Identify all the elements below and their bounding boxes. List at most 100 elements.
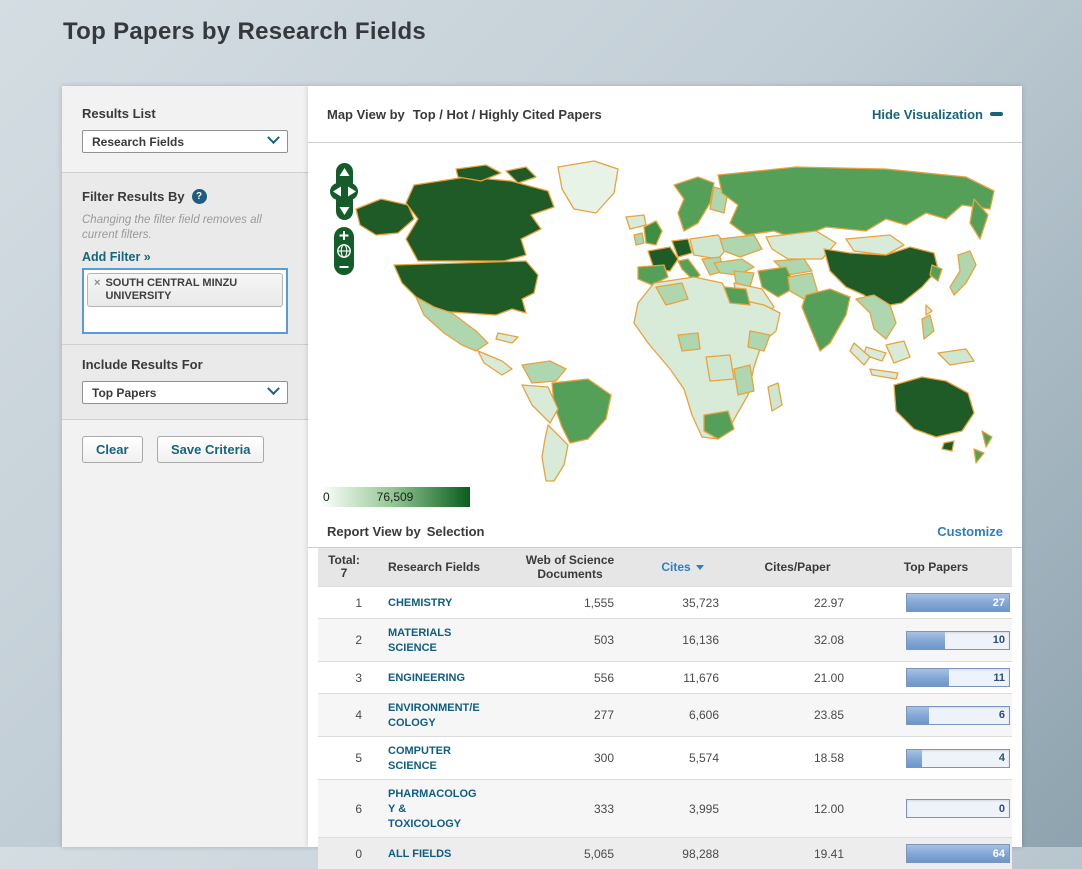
filter-box[interactable]: × SOUTH CENTRAL MINZU UNIVERSITY <box>82 268 288 334</box>
results-list-dropdown[interactable]: Research Fields <box>82 130 288 153</box>
island-new-guinea <box>938 349 974 365</box>
field-link[interactable]: ENGINEERING <box>388 672 465 684</box>
top-papers-value: 0 <box>999 803 1005 815</box>
map-pan-control[interactable] <box>330 163 358 220</box>
cites-per-paper-value: 32.08 <box>735 619 860 662</box>
country-ukraine <box>720 235 762 257</box>
top-papers-value: 64 <box>993 848 1005 860</box>
top-papers-bar: 4 <box>906 749 1010 768</box>
help-icon[interactable]: ? <box>192 189 207 204</box>
filter-tag-label: SOUTH CENTRAL MINZU UNIVERSITY <box>105 277 276 303</box>
table-header-row: Total: 7 Research Fields Web of Science … <box>318 548 1012 587</box>
report-view-by-label: Report View by <box>327 524 421 539</box>
col-cites[interactable]: Cites <box>630 548 735 587</box>
cites-value: 3,995 <box>630 780 735 838</box>
top-papers-value: 10 <box>993 634 1005 646</box>
map-view-by-label: Map View by <box>327 107 405 122</box>
country-greenland <box>558 161 618 213</box>
country-ethiopia <box>748 331 770 351</box>
wos-documents-value: 277 <box>510 694 630 737</box>
save-criteria-button[interactable]: Save Criteria <box>157 436 265 463</box>
bar-fill <box>907 669 949 686</box>
cites-value: 11,676 <box>630 662 735 694</box>
add-filter-link[interactable]: Add Filter » <box>82 250 151 264</box>
main-panel: Map View by Top / Hot / Highly Cited Pap… <box>308 86 1022 847</box>
remove-filter-icon[interactable]: × <box>94 277 100 290</box>
wos-documents-value: 5,065 <box>510 838 630 869</box>
legend-max-value: 76,509 <box>377 490 414 504</box>
report-table: Total: 7 Research Fields Web of Science … <box>318 548 1012 869</box>
country-korea <box>930 265 942 281</box>
table-row: 3 ENGINEERING 556 11,676 21.00 11 <box>318 662 1012 694</box>
hide-visualization-button[interactable]: Hide Visualization <box>872 107 1003 122</box>
cites-value: 35,723 <box>630 587 735 619</box>
region-argentina-chile <box>542 425 568 481</box>
field-link[interactable]: PHARMACOLOG Y & TOXICOLOGY <box>388 788 477 830</box>
top-papers-value: 4 <box>999 752 1005 764</box>
country-cuba <box>496 333 518 343</box>
visualization-header: Map View by Top / Hot / Highly Cited Pap… <box>308 86 1022 143</box>
region-scandinavia <box>674 177 714 231</box>
chevron-down-icon <box>267 382 280 395</box>
cites-per-paper-value: 23.85 <box>735 694 860 737</box>
sidebar: Results List Research Fields Filter Resu… <box>62 86 308 847</box>
map-view-title: Top / Hot / Highly Cited Papers <box>413 107 602 122</box>
field-link[interactable]: COMPUTER SCIENCE <box>388 745 451 772</box>
country-philippines <box>922 315 934 339</box>
bar-fill <box>907 750 922 767</box>
customize-link[interactable]: Customize <box>937 524 1003 539</box>
region-east-africa <box>734 365 754 395</box>
col-wos-documents[interactable]: Web of Science Documents <box>510 548 630 587</box>
map-zoom-control[interactable] <box>334 227 354 275</box>
field-link[interactable]: CHEMISTRY <box>388 597 452 609</box>
cites-per-paper-value: 22.97 <box>735 587 860 619</box>
include-results-selected-value: Top Papers <box>92 386 156 400</box>
sort-desc-icon <box>696 565 704 570</box>
cites-per-paper-value: 18.58 <box>735 737 860 780</box>
field-link[interactable]: MATERIALS SCIENCE <box>388 627 451 654</box>
table-row: 6 PHARMACOLOG Y & TOXICOLOGY 333 3,995 1… <box>318 780 1012 838</box>
cites-value: 6,606 <box>630 694 735 737</box>
row-rank: 0 <box>318 838 370 869</box>
filter-heading: Filter Results By ? <box>82 189 288 204</box>
row-rank: 5 <box>318 737 370 780</box>
map-controls[interactable] <box>308 143 368 283</box>
table-row: 5 COMPUTER SCIENCE 300 5,574 18.58 4 <box>318 737 1012 780</box>
island-sumatra <box>850 343 870 365</box>
country-ireland <box>634 233 644 245</box>
col-research-fields[interactable]: Research Fields <box>370 548 510 587</box>
clear-button[interactable]: Clear <box>82 436 143 463</box>
table-row: 0 ALL FIELDS 5,065 98,288 19.41 64 <box>318 838 1012 869</box>
bar-fill <box>907 707 929 724</box>
chevron-down-icon <box>267 131 280 144</box>
include-results-dropdown[interactable]: Top Papers <box>82 381 288 404</box>
island-java <box>870 369 898 379</box>
field-link[interactable]: ALL FIELDS <box>388 848 451 860</box>
table-row: 2 MATERIALS SCIENCE 503 16,136 32.08 10 <box>318 619 1012 662</box>
country-uk <box>644 221 662 245</box>
cites-per-paper-value: 19.41 <box>735 838 860 869</box>
cites-value: 98,288 <box>630 838 735 869</box>
table-row: 4 ENVIRONMENT/E COLOGY 277 6,606 23.85 6 <box>318 694 1012 737</box>
results-list-selected-value: Research Fields <box>92 135 184 149</box>
top-papers-value: 11 <box>993 672 1005 684</box>
col-top-papers[interactable]: Top Papers <box>860 548 1012 587</box>
col-cites-per-paper[interactable]: Cites/Paper <box>735 548 860 587</box>
island-tasmania <box>942 441 954 451</box>
total-value: 7 <box>322 567 366 580</box>
country-nigeria <box>678 333 700 351</box>
filter-tag[interactable]: × SOUTH CENTRAL MINZU UNIVERSITY <box>87 273 283 307</box>
cites-per-paper-value: 21.00 <box>735 662 860 694</box>
world-map[interactable] <box>326 147 1016 487</box>
row-rank: 1 <box>318 587 370 619</box>
legend-min-value: 0 <box>323 490 330 504</box>
field-link[interactable]: ENVIRONMENT/E COLOGY <box>388 702 480 729</box>
filter-heading-label: Filter Results By <box>82 189 185 204</box>
country-brazil <box>552 379 611 443</box>
country-usa <box>394 261 538 315</box>
cites-per-paper-value: 12.00 <box>735 780 860 838</box>
top-papers-value: 6 <box>999 709 1005 721</box>
top-papers-bar: 11 <box>906 668 1010 687</box>
report-header: Report View by Selection Customize <box>308 515 1022 548</box>
top-papers-bar: 0 <box>906 799 1010 818</box>
